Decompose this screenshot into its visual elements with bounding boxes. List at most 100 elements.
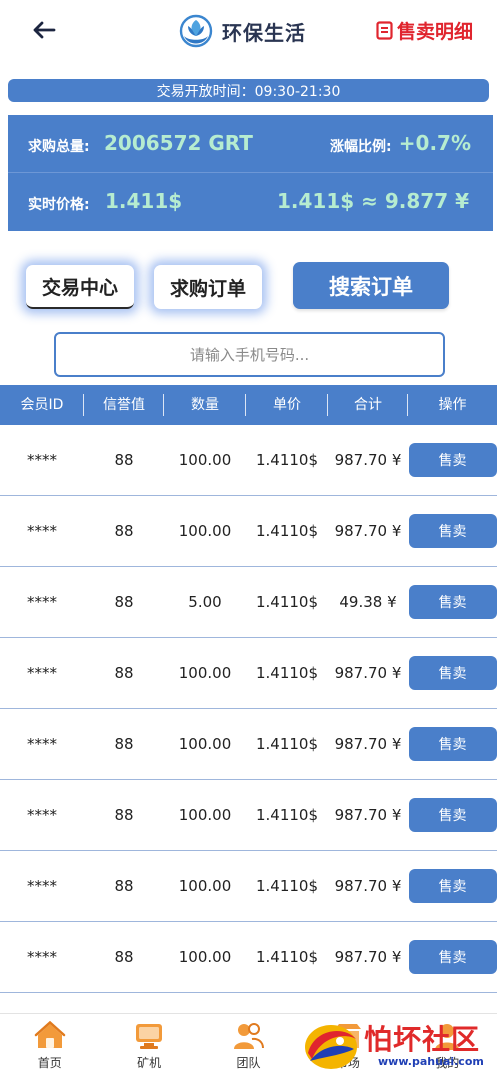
unit-price: 1.4110$ [255, 522, 319, 540]
nav-mining-label: 矿机 [137, 1056, 162, 1070]
trade-time-bar: 交易开放时间：09:30-21:30 [8, 79, 489, 102]
header-member-id: 会员ID [0, 385, 84, 425]
change-label: 涨幅比例: [330, 139, 392, 155]
total: 987.70 ¥ [334, 877, 402, 895]
quantity: 100.00 [178, 735, 232, 753]
eco-logo-icon [179, 14, 213, 48]
member-id: **** [27, 451, 57, 469]
unit-price: 1.4110$ [255, 664, 319, 682]
nav-mining[interactable]: 矿机 [99, 1014, 198, 1076]
total: 987.70 ¥ [334, 806, 402, 824]
credit-value: 88 [114, 664, 134, 682]
team-icon [234, 1023, 265, 1049]
member-id: **** [27, 735, 57, 753]
quantity: 100.00 [178, 806, 232, 824]
sell-button[interactable]: 售卖 [408, 727, 497, 761]
credit-value: 88 [114, 593, 134, 611]
order-list: **** 88 100.00 1.4110$ 987.70 ¥ 售卖 **** … [0, 425, 497, 993]
total-value: 2006572 GRT [104, 131, 253, 155]
unit-price: 1.4110$ [255, 451, 319, 469]
nav-home[interactable]: 首页 [0, 1014, 99, 1076]
action-cell: 售卖 [408, 443, 497, 477]
member-id: **** [27, 877, 57, 895]
table-header: 会员ID 信誉值 数量 单价 合计 操作 [0, 385, 497, 425]
credit-value: 88 [114, 522, 134, 540]
price-conversion: 1.411$ ≈ 9.877 ¥ [276, 189, 469, 213]
unit-price: 1.4110$ [255, 593, 319, 611]
tab-purchase-orders[interactable]: 求购订单 [154, 265, 262, 309]
header-quantity: 数量 [164, 385, 246, 425]
header-action: 操作 [438, 397, 467, 413]
action-cell: 售卖 [408, 940, 497, 974]
search-orders-button[interactable]: 搜索订单 [293, 262, 449, 309]
total-label: 求购总量: [28, 139, 90, 155]
quantity: 5.00 [188, 593, 222, 611]
action-cell: 售卖 [408, 869, 497, 903]
unit-price: 1.4110$ [255, 948, 319, 966]
sell-button[interactable]: 售卖 [408, 585, 497, 619]
table-row: **** 88 5.00 1.4110$ 49.38 ¥ 售卖 [0, 567, 497, 638]
credit-value: 88 [114, 806, 134, 824]
member-id: **** [27, 948, 57, 966]
stats-row-total: 求购总量: 2006572 GRT 涨幅比例: +0.7% [8, 115, 493, 173]
sell-button[interactable]: 售卖 [408, 940, 497, 974]
member-id: **** [27, 664, 57, 682]
action-cell: 售卖 [408, 727, 497, 761]
sell-detail-label: 售卖明细 [396, 21, 473, 43]
header-unit-price: 单价 [246, 385, 328, 425]
price-label: 实时价格: [28, 197, 90, 213]
header-credit: 信誉值 [84, 385, 164, 425]
sell-detail-link[interactable]: 售卖明细 [376, 17, 473, 44]
sell-button[interactable]: 售卖 [408, 443, 497, 477]
back-button[interactable] [28, 14, 60, 46]
action-cell: 售卖 [408, 656, 497, 690]
action-cell: 售卖 [408, 585, 497, 619]
credit-value: 88 [114, 877, 134, 895]
quantity: 100.00 [178, 664, 232, 682]
quantity: 100.00 [178, 877, 232, 895]
watermark-url: www.pahuai.com [378, 1055, 484, 1068]
price-value: 1.411$ [105, 189, 183, 213]
credit-value: 88 [114, 735, 134, 753]
credit-value: 88 [114, 451, 134, 469]
quantity: 100.00 [178, 948, 232, 966]
stats-panel: 求购总量: 2006572 GRT 涨幅比例: +0.7% 实时价格: 1.41… [8, 115, 493, 231]
nav-home-label: 首页 [37, 1056, 62, 1070]
unit-price: 1.4110$ [255, 735, 319, 753]
brand-name: 环保生活 [222, 20, 306, 45]
table-row: **** 88 100.00 1.4110$ 987.70 ¥ 售卖 [0, 780, 497, 851]
watermark-text: 怕坏社区 [364, 1023, 481, 1056]
header: 环保生活 售卖明细 [0, 0, 497, 62]
unit-price: 1.4110$ [255, 877, 319, 895]
tab-trade-center[interactable]: 交易中心 [26, 265, 134, 309]
sell-button[interactable]: 售卖 [408, 869, 497, 903]
sell-button[interactable]: 售卖 [408, 798, 497, 832]
table-row: **** 88 100.00 1.4110$ 987.70 ¥ 售卖 [0, 922, 497, 993]
total: 987.70 ¥ [334, 948, 402, 966]
member-id: **** [27, 522, 57, 540]
total: 49.38 ¥ [339, 593, 397, 611]
action-cell: 售卖 [408, 798, 497, 832]
nav-team[interactable]: 团队 [199, 1014, 298, 1076]
home-icon [34, 1021, 65, 1048]
watermark: 怕坏社区 www.pahuai.com [300, 1014, 497, 1076]
member-id: **** [27, 593, 57, 611]
mining-machine-icon [136, 1024, 163, 1049]
total: 987.70 ¥ [334, 451, 402, 469]
member-id: **** [27, 806, 57, 824]
change-value: +0.7% [398, 131, 471, 155]
watermark-logo-icon [305, 1025, 357, 1069]
credit-value: 88 [114, 948, 134, 966]
tabs: 交易中心 求购订单 搜索订单 [0, 262, 497, 312]
quantity: 100.00 [178, 451, 232, 469]
table-row: **** 88 100.00 1.4110$ 987.70 ¥ 售卖 [0, 496, 497, 567]
total: 987.70 ¥ [334, 735, 402, 753]
sell-button[interactable]: 售卖 [408, 514, 497, 548]
unit-price: 1.4110$ [255, 806, 319, 824]
sell-button[interactable]: 售卖 [408, 656, 497, 690]
arrow-left-icon [33, 21, 56, 39]
table-row: **** 88 100.00 1.4110$ 987.70 ¥ 售卖 [0, 638, 497, 709]
table-row: **** 88 100.00 1.4110$ 987.70 ¥ 售卖 [0, 709, 497, 780]
quantity: 100.00 [178, 522, 232, 540]
phone-search-input[interactable] [54, 332, 445, 377]
